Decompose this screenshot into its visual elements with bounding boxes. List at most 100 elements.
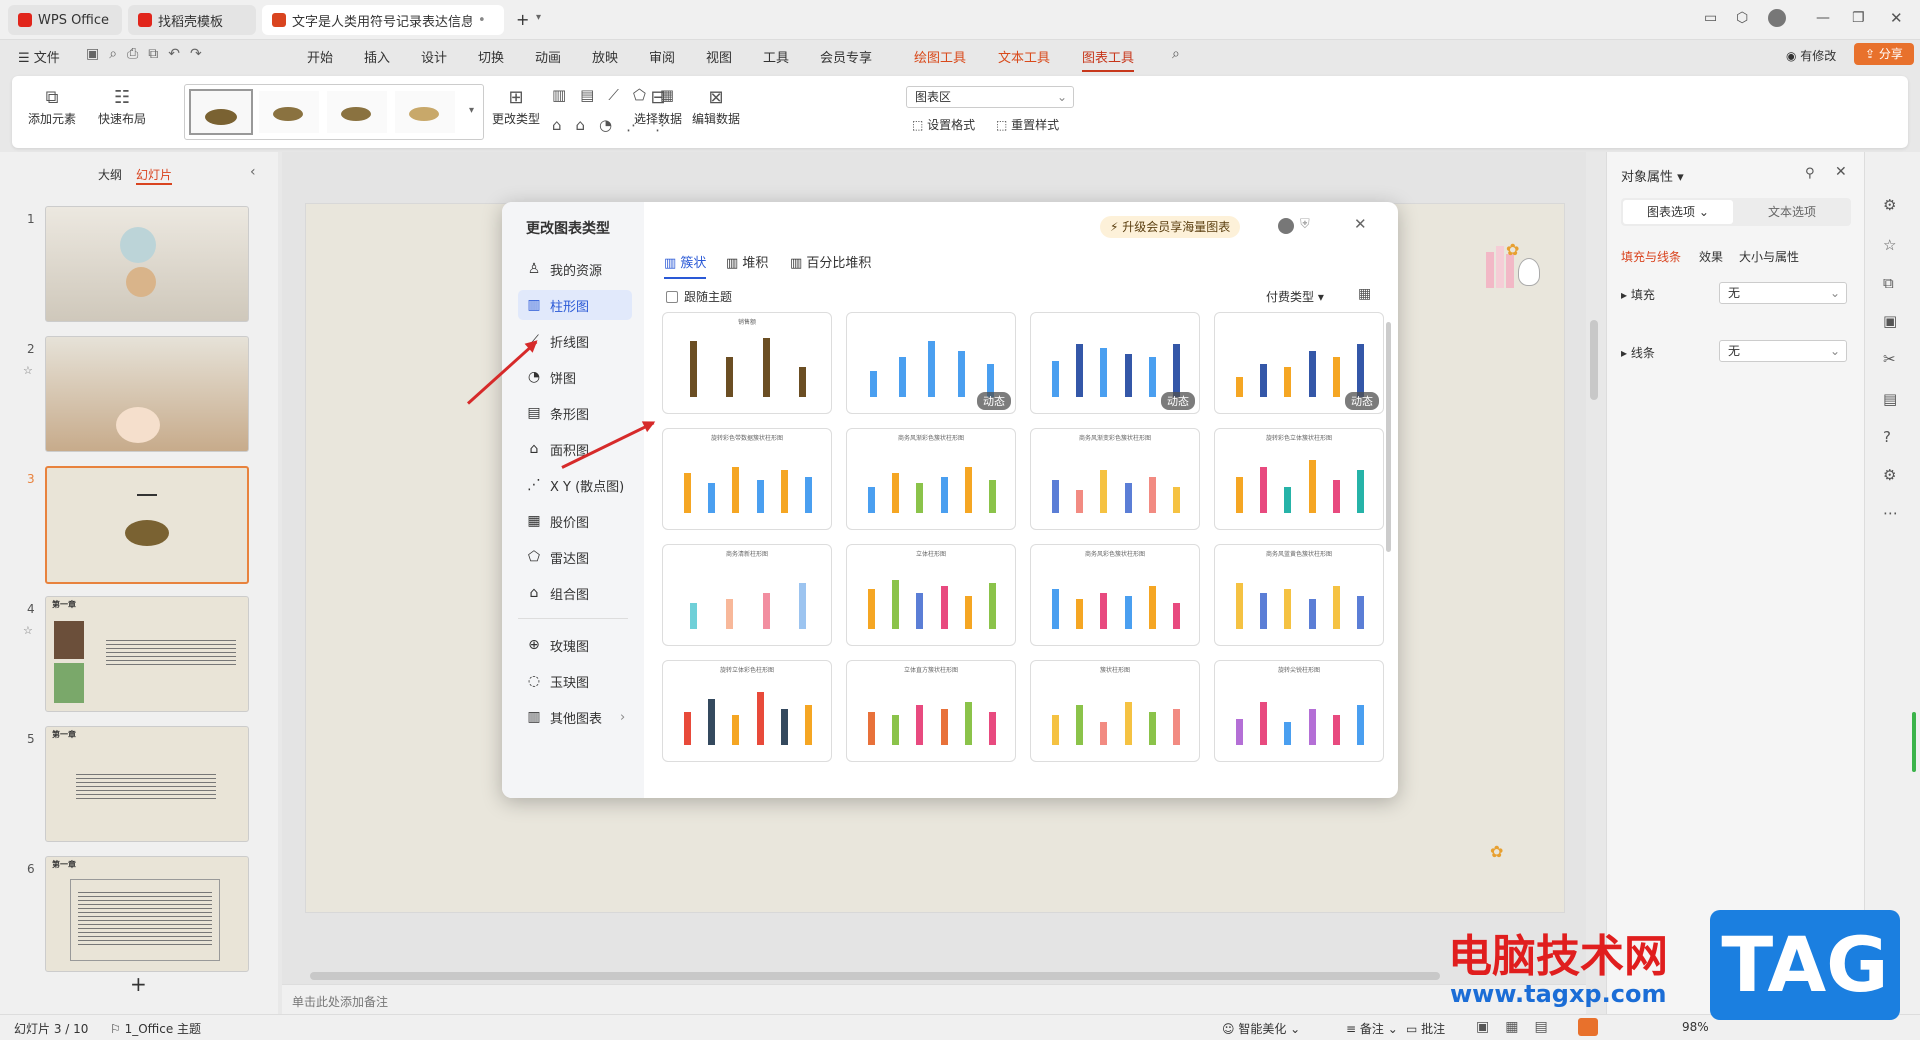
- menu-text-tools[interactable]: 文本工具: [998, 47, 1050, 66]
- slide-thumb-5[interactable]: 第一章: [45, 726, 249, 842]
- nav-bar[interactable]: ▤ 条形图: [518, 398, 632, 428]
- settings-icon[interactable]: ⚙: [1883, 466, 1896, 484]
- restore-icon[interactable]: ❐: [1852, 10, 1865, 26]
- nav-jade[interactable]: ◌ 玉玦图: [518, 666, 632, 696]
- horizontal-scrollbar[interactable]: [310, 972, 1440, 980]
- line-select[interactable]: 无 ⌄: [1719, 340, 1847, 362]
- menu-review[interactable]: 审阅: [649, 47, 675, 66]
- style-option[interactable]: [395, 91, 455, 133]
- slide-thumb-3[interactable]: [45, 466, 249, 584]
- chart-template-card[interactable]: 动态: [1214, 312, 1384, 414]
- chart-template-card[interactable]: 销售额: [662, 312, 832, 414]
- slides-tab[interactable]: 幻灯片: [136, 166, 173, 185]
- chart-template-card[interactable]: 旋转尖锐柱形图: [1214, 660, 1384, 762]
- nav-combo[interactable]: ⌂ 组合图: [518, 578, 632, 608]
- chart-template-card[interactable]: 旋转立体彩色柱形图: [662, 660, 832, 762]
- image-icon[interactable]: ▣: [1883, 312, 1897, 330]
- layout-icon[interactable]: ▭: [1704, 10, 1717, 26]
- tab-wps-office[interactable]: WPS Office: [8, 5, 122, 35]
- subtab-percent-stacked[interactable]: ▥ 百分比堆积: [790, 252, 871, 271]
- nav-column[interactable]: ▥ 柱形图: [518, 290, 632, 320]
- notes-button[interactable]: ≡ 备注 ⌄: [1346, 1020, 1398, 1037]
- nav-rose[interactable]: ⊕ 玫瑰图: [518, 630, 632, 660]
- style-option[interactable]: [327, 91, 387, 133]
- set-format-button[interactable]: ⬚ 设置格式: [912, 116, 975, 133]
- more-icon[interactable]: ⋯: [1883, 504, 1898, 522]
- menu-chart-tools[interactable]: 图表工具: [1082, 47, 1135, 72]
- copy-icon[interactable]: ⧉: [1883, 274, 1894, 292]
- chart-template-card[interactable]: 商务风彩色簇状柱形图: [1030, 544, 1200, 646]
- slide-thumb-6[interactable]: 第一章: [45, 856, 249, 972]
- tab-size-props[interactable]: 大小与属性: [1739, 248, 1799, 265]
- avatar[interactable]: [1278, 218, 1294, 234]
- tab-template[interactable]: 找稻壳模板: [128, 5, 256, 35]
- menu-view[interactable]: 视图: [706, 47, 732, 66]
- beautify-button[interactable]: ☺ 智能美化 ⌄: [1222, 1020, 1300, 1037]
- tab-fill-line[interactable]: 填充与线条: [1621, 248, 1681, 265]
- close-icon[interactable]: ✕: [1354, 215, 1367, 233]
- dialog-scrollbar[interactable]: [1386, 322, 1391, 552]
- properties-icon[interactable]: ⚙: [1883, 196, 1896, 214]
- tab-chart-options[interactable]: 图表选项 ⌄: [1623, 200, 1733, 224]
- book-icon[interactable]: ▤: [1883, 390, 1897, 408]
- nav-my-resources[interactable]: ♙ 我的资源: [518, 254, 632, 284]
- chart-template-card[interactable]: 簇状柱形图: [1030, 660, 1200, 762]
- menu-start[interactable]: 开始: [307, 47, 333, 66]
- chart-template-card[interactable]: 商务风蓝黄色簇状柱形图: [1214, 544, 1384, 646]
- pay-type-dropdown[interactable]: 付费类型 ▾: [1266, 288, 1324, 305]
- menu-insert[interactable]: 插入: [364, 47, 390, 66]
- outline-tab[interactable]: 大纲: [98, 166, 122, 183]
- slide-thumb-1[interactable]: [45, 206, 249, 322]
- vertical-scrollbar[interactable]: [1590, 320, 1598, 400]
- chart-template-card[interactable]: 动态: [846, 312, 1016, 414]
- close-panel-icon[interactable]: ✕: [1835, 164, 1847, 180]
- cube-icon[interactable]: ⬡: [1736, 10, 1748, 26]
- new-tab-icon[interactable]: +: [516, 10, 529, 29]
- menu-vip[interactable]: 会员专享: [820, 47, 872, 66]
- collapse-pane-icon[interactable]: ‹: [250, 164, 256, 180]
- share-button[interactable]: ⇪ 分享: [1854, 43, 1914, 65]
- line-section[interactable]: ▸ 线条: [1621, 344, 1655, 361]
- chart-template-card[interactable]: 动态: [1030, 312, 1200, 414]
- menu-design[interactable]: 设计: [421, 47, 447, 66]
- subtab-clustered[interactable]: ▥ 簇状: [664, 252, 707, 279]
- star-icon[interactable]: ☆: [1883, 236, 1896, 254]
- chart-style-gallery[interactable]: ▾: [184, 84, 484, 140]
- grid-view-icon[interactable]: ▦: [1358, 286, 1371, 302]
- menu-animation[interactable]: 动画: [535, 47, 561, 66]
- file-menu[interactable]: ☰ 文件: [18, 47, 60, 66]
- tools-icon[interactable]: ✂: [1883, 350, 1896, 368]
- close-window-icon[interactable]: ✕: [1890, 9, 1903, 27]
- reset-style-button[interactable]: ⬚ 重置样式: [996, 116, 1059, 133]
- search-icon[interactable]: ⌕: [1172, 46, 1180, 62]
- menu-slideshow[interactable]: 放映: [592, 47, 618, 66]
- fill-select[interactable]: 无 ⌄: [1719, 282, 1847, 304]
- menu-drawing-tools[interactable]: 绘图工具: [914, 47, 966, 66]
- nav-other[interactable]: ▥ 其他图表 ›: [518, 702, 632, 732]
- slide-thumb-2[interactable]: [45, 336, 249, 452]
- style-option[interactable]: [189, 89, 253, 135]
- avatar[interactable]: [1768, 9, 1786, 27]
- nav-radar[interactable]: ⬠ 雷达图: [518, 542, 632, 572]
- chart-template-card[interactable]: 商务风渐彩色簇状柱形图: [846, 428, 1016, 530]
- subtab-stacked[interactable]: ▥ 堆积: [726, 252, 768, 271]
- chart-template-card[interactable]: 立体柱形图: [846, 544, 1016, 646]
- nav-scatter[interactable]: ⋰ X Y (散点图): [518, 470, 632, 500]
- upgrade-button[interactable]: ⚡ 升级会员享海量图表: [1100, 216, 1241, 238]
- menu-transition[interactable]: 切换: [478, 47, 504, 66]
- tab-effect[interactable]: 效果: [1699, 248, 1723, 265]
- chart-area-select[interactable]: 图表区 ⌄: [906, 86, 1074, 108]
- add-slide-button[interactable]: +: [130, 972, 147, 996]
- tab-list-icon[interactable]: ▾: [536, 12, 541, 23]
- nav-pie[interactable]: ◔ 饼图: [518, 362, 632, 392]
- star-icon[interactable]: ☆: [23, 624, 33, 637]
- star-icon[interactable]: ☆: [23, 364, 33, 377]
- style-option[interactable]: [259, 91, 319, 133]
- quick-access-icons[interactable]: ▣⌕⎙⧉↶↷: [86, 46, 212, 62]
- menu-tools[interactable]: 工具: [763, 47, 789, 66]
- chart-template-card[interactable]: 旋转彩色带数据簇状柱形图: [662, 428, 832, 530]
- theme-name[interactable]: ⚐ 1_Office 主题: [110, 1020, 201, 1037]
- changes-indicator[interactable]: ◉ 有修改: [1786, 47, 1836, 64]
- tab-document[interactable]: 文字是人类用符号记录表达信息以 •: [262, 5, 504, 35]
- slide-thumb-4[interactable]: 第一章: [45, 596, 249, 712]
